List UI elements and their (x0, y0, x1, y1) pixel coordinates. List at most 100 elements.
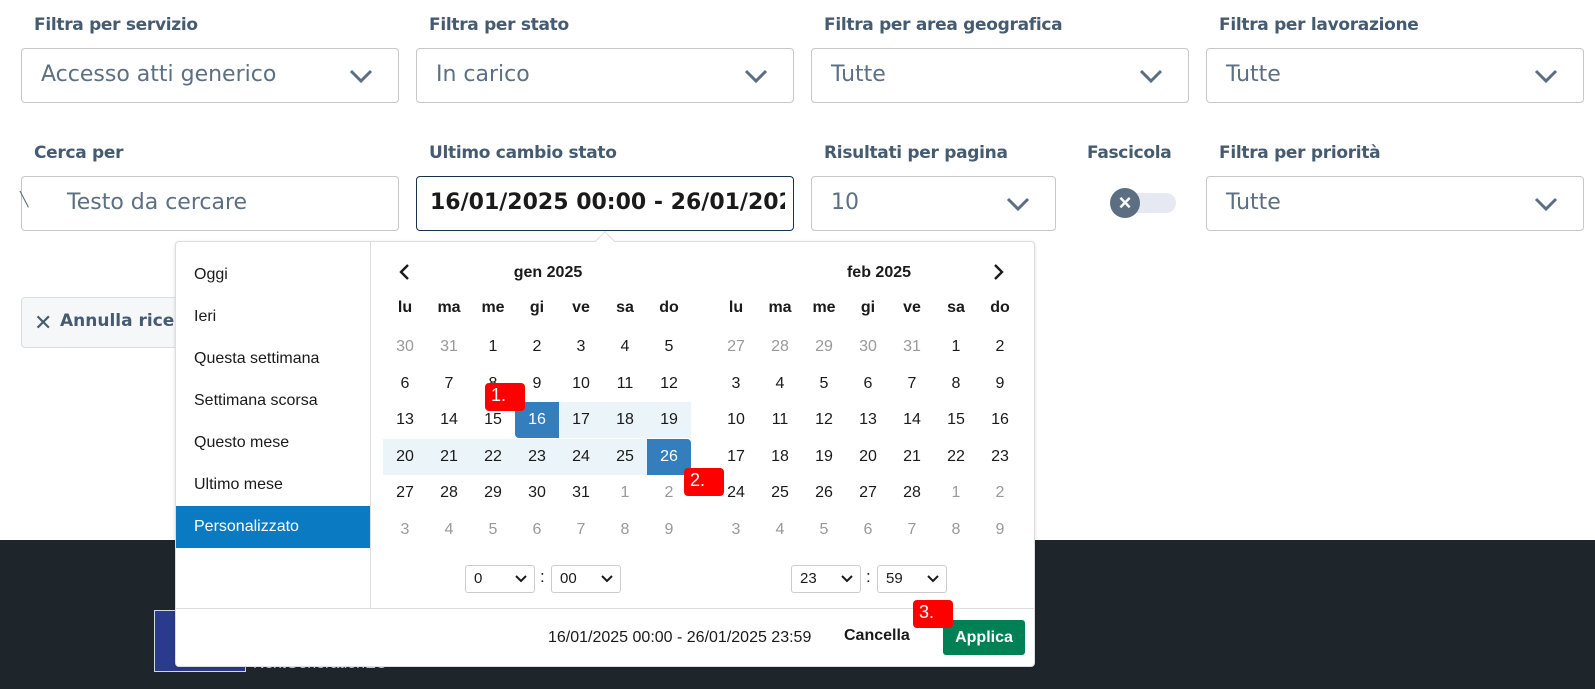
calendar-day[interactable]: 28 (758, 329, 802, 365)
calendar-day[interactable]: 12 (647, 366, 691, 402)
calendar-day[interactable]: 8 (934, 366, 978, 402)
range-questo-mese[interactable]: Questo mese (176, 422, 370, 464)
calendar-day[interactable]: 25 (758, 475, 802, 511)
minute-select-right[interactable]: 59 (877, 565, 947, 593)
calendar-day[interactable]: 8 (603, 512, 647, 548)
calendar-day[interactable]: 10 (559, 366, 603, 402)
calendar-day[interactable]: 22 (934, 439, 978, 475)
filter-area-select[interactable]: Tutte (811, 48, 1189, 103)
calendar-day[interactable]: 23 (978, 439, 1022, 475)
calendar-day[interactable]: 18 (603, 402, 647, 438)
calendar-day[interactable]: 6 (515, 512, 559, 548)
calendar-day[interactable]: 9 (978, 366, 1022, 402)
calendar-day[interactable]: 4 (427, 512, 471, 548)
calendar-day[interactable]: 16 (978, 402, 1022, 438)
calendar-day[interactable]: 27 (846, 475, 890, 511)
calendar-day[interactable]: 7 (559, 512, 603, 548)
calendar-day[interactable]: 6 (383, 366, 427, 402)
calendar-day[interactable]: 12 (802, 402, 846, 438)
calendar-day[interactable]: 4 (758, 512, 802, 548)
calendar-day[interactable]: 21 (427, 438, 471, 475)
hour-select-right[interactable]: 23 (791, 565, 861, 593)
calendar-day[interactable]: 28 (427, 475, 471, 511)
calendar-day[interactable]: 24 (559, 438, 603, 475)
calendar-day[interactable]: 13 (383, 402, 427, 438)
calendar-day[interactable]: 31 (890, 329, 934, 365)
calendar-day[interactable]: 5 (647, 329, 691, 365)
calendar-day[interactable]: 8 (934, 512, 978, 548)
calendar-day[interactable]: 4 (603, 329, 647, 365)
range-oggi[interactable]: Oggi (176, 254, 370, 296)
calendar-day[interactable]: 19 (647, 402, 691, 438)
calendar-day[interactable]: 9 (978, 512, 1022, 548)
calendar-day[interactable]: 20 (846, 439, 890, 475)
calendar-day[interactable]: 11 (603, 366, 647, 402)
calendar-day[interactable]: 3 (383, 512, 427, 548)
calendar-day[interactable]: 1 (934, 475, 978, 511)
calendar-day[interactable]: 14 (427, 402, 471, 438)
calendar-day[interactable]: 22 (471, 438, 515, 475)
calendar-day[interactable]: 5 (471, 512, 515, 548)
calendar-day[interactable]: 23 (515, 438, 559, 475)
calendar-day[interactable]: 7 (890, 366, 934, 402)
filter-stato-select[interactable]: In carico (416, 48, 794, 103)
cancel-button[interactable]: Cancella (844, 627, 910, 645)
date-range-input[interactable]: 16/01/2025 00:00 - 26/01/2025 23:59 (416, 176, 794, 231)
calendar-day[interactable]: 10 (714, 402, 758, 438)
calendar-day[interactable]: 4 (758, 366, 802, 402)
fascicola-toggle[interactable]: × (1110, 188, 1176, 218)
apply-button[interactable]: Applica (943, 620, 1025, 655)
calendar-day[interactable]: 27 (383, 475, 427, 511)
calendar-day[interactable]: 2 (515, 329, 559, 365)
range-settimana-scorsa[interactable]: Settimana scorsa (176, 380, 370, 422)
calendar-day[interactable]: 3 (559, 329, 603, 365)
calendar-day[interactable]: 30 (383, 329, 427, 365)
calendar-day[interactable]: 11 (758, 402, 802, 438)
calendar-day[interactable]: 7 (890, 512, 934, 548)
calendar-day[interactable]: 2 (978, 329, 1022, 365)
date-range-picker: Oggi Ieri Questa settimana Settimana sco… (175, 231, 1035, 667)
calendar-day[interactable]: 25 (603, 438, 647, 475)
range-ieri[interactable]: Ieri (176, 296, 370, 338)
calendar-day[interactable]: 6 (846, 366, 890, 402)
calendar-day[interactable]: 9 (647, 512, 691, 548)
calendar-day[interactable]: 7 (427, 366, 471, 402)
calendar-day[interactable]: 29 (802, 329, 846, 365)
calendar-day[interactable]: 27 (714, 329, 758, 365)
calendar-day[interactable]: 17 (559, 402, 603, 438)
priorita-select[interactable]: Tutte (1206, 176, 1584, 231)
hour-select-left[interactable]: 0 (465, 565, 535, 593)
calendar-day[interactable]: 1 (934, 329, 978, 365)
risultati-select[interactable]: 10 (811, 176, 1056, 231)
range-personalizzato[interactable]: Personalizzato (176, 506, 370, 548)
calendar-day[interactable]: 30 (846, 329, 890, 365)
calendar-day[interactable]: 13 (846, 402, 890, 438)
calendar-day[interactable]: 15 (934, 402, 978, 438)
range-questa-settimana[interactable]: Questa settimana (176, 338, 370, 380)
calendar-day[interactable]: 5 (802, 512, 846, 548)
calendar-day[interactable]: 21 (890, 439, 934, 475)
calendar-day[interactable]: 28 (890, 475, 934, 511)
calendar-day[interactable]: 1 (603, 475, 647, 511)
calendar-day[interactable]: 31 (559, 475, 603, 511)
chevron-right-icon[interactable] (988, 262, 1008, 282)
minute-select-left[interactable]: 00 (551, 565, 621, 593)
calendar-day[interactable]: 29 (471, 475, 515, 511)
range-ultimo-mese[interactable]: Ultimo mese (176, 464, 370, 506)
calendar-day[interactable]: 18 (758, 439, 802, 475)
calendar-day[interactable]: 31 (427, 329, 471, 365)
calendar-day[interactable]: 2 (978, 475, 1022, 511)
calendar-day[interactable]: 3 (714, 366, 758, 402)
search-input[interactable]: ╲ Testo da cercare (20, 176, 399, 231)
calendar-day[interactable]: 3 (714, 512, 758, 548)
calendar-day[interactable]: 19 (802, 439, 846, 475)
filter-servizio-select[interactable]: Accesso atti generico (21, 48, 399, 103)
calendar-day[interactable]: 5 (802, 366, 846, 402)
calendar-day[interactable]: 26 (802, 475, 846, 511)
calendar-day[interactable]: 20 (383, 438, 427, 475)
calendar-day[interactable]: 14 (890, 402, 934, 438)
calendar-day[interactable]: 1 (471, 329, 515, 365)
filter-lavorazione-select[interactable]: Tutte (1206, 48, 1584, 103)
calendar-day[interactable]: 6 (846, 512, 890, 548)
calendar-day[interactable]: 30 (515, 475, 559, 511)
